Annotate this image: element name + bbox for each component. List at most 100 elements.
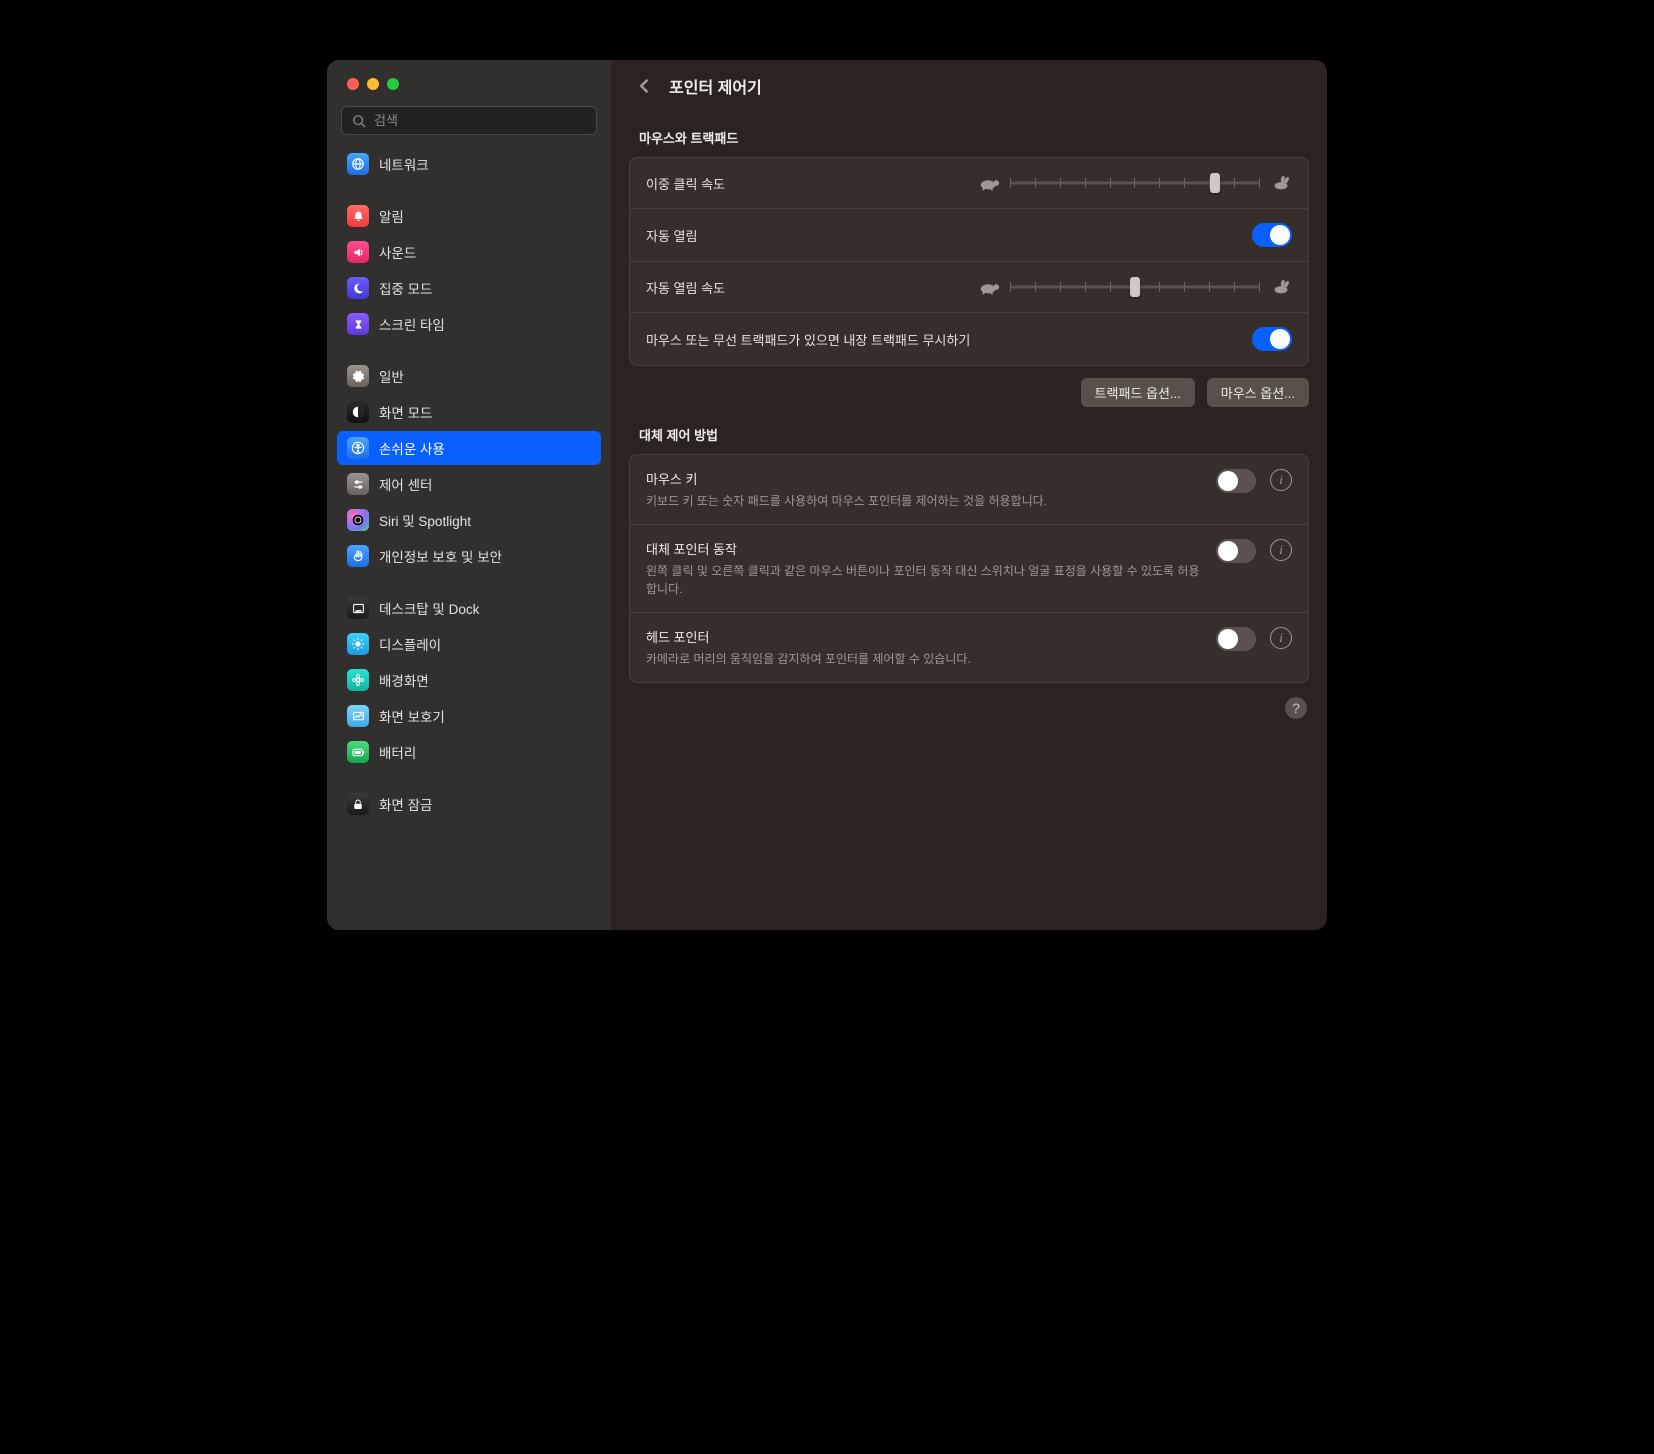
sidebar-item-label: 제어 센터 xyxy=(379,474,432,494)
sound-icon xyxy=(347,241,369,263)
alt-control-description: 카메라로 머리의 움직임을 감지하여 포인터를 제어할 수 있습니다. xyxy=(646,650,1202,668)
siri-icon xyxy=(347,509,369,531)
sidebar-item-label: 손쉬운 사용 xyxy=(379,438,445,458)
ignore-builtin-trackpad-label: 마우스 또는 무선 트랙패드가 있으면 내장 트랙패드 무시하기 xyxy=(646,330,1236,349)
header: 포인터 제어기 xyxy=(611,60,1327,110)
lock-icon xyxy=(347,793,369,815)
info-button[interactable]: i xyxy=(1270,469,1292,491)
minimize-button[interactable] xyxy=(367,78,379,90)
sidebar-item[interactable]: 일반 xyxy=(337,359,601,393)
sidebar-item-label: 디스플레이 xyxy=(379,634,441,654)
alt-control-toggle[interactable] xyxy=(1216,627,1256,651)
sidebar-item[interactable]: 스크린 타임 xyxy=(337,307,601,341)
help-row: ? xyxy=(611,683,1327,733)
sidebar-item[interactable]: 데스크탑 및 Dock xyxy=(337,591,601,625)
sidebar-item-label: 화면 모드 xyxy=(379,402,432,422)
spring-loading-speed-slider[interactable] xyxy=(978,276,1292,298)
ignore-builtin-trackpad-row: 마우스 또는 무선 트랙패드가 있으면 내장 트랙패드 무시하기 xyxy=(630,313,1308,365)
sidebar-item[interactable]: 화면 보호기 xyxy=(337,699,601,733)
sidebar-list: 네트워크알림사운드집중 모드스크린 타임일반화면 모드손쉬운 사용제어 센터 Si… xyxy=(327,147,611,833)
sidebar-item[interactable]: 개인정보 보호 및 보안 xyxy=(337,539,601,573)
mouse-trackpad-panel: 이중 클릭 속도 자동 열림 xyxy=(629,157,1309,366)
alt-control-row: 마우스 키키보드 키 또는 숫자 패드를 사용하여 마우스 포인터를 제어하는 … xyxy=(630,455,1308,525)
sidebar-item[interactable]: 집중 모드 xyxy=(337,271,601,305)
page-title: 포인터 제어기 xyxy=(669,74,762,98)
alt-control-row: 헤드 포인터카메라로 머리의 움직임을 감지하여 포인터를 제어할 수 있습니다… xyxy=(630,613,1308,682)
options-button-row: 트랙패드 옵션... 마우스 옵션... xyxy=(611,366,1327,407)
sidebar-spacer xyxy=(337,341,601,359)
sidebar-item-label: 화면 보호기 xyxy=(379,706,445,726)
alt-control-toggle[interactable] xyxy=(1216,539,1256,563)
sidebar-item-label: 일반 xyxy=(379,366,404,386)
close-button[interactable] xyxy=(347,78,359,90)
search-box[interactable] xyxy=(341,106,597,135)
rabbit-icon xyxy=(1270,278,1292,296)
alt-control-text: 헤드 포인터카메라로 머리의 움직임을 감지하여 포인터를 제어할 수 있습니다… xyxy=(646,627,1202,668)
bell-icon xyxy=(347,205,369,227)
ignore-builtin-trackpad-toggle[interactable] xyxy=(1252,327,1292,351)
gear-icon xyxy=(347,365,369,387)
alt-control-description: 왼쪽 클릭 및 오른쪽 클릭과 같은 마우스 버튼이나 포인터 동작 대신 스위… xyxy=(646,562,1202,598)
sidebar-item-label: 스크린 타임 xyxy=(379,314,445,334)
sidebar-item[interactable]: 알림 xyxy=(337,199,601,233)
sidebar-item[interactable]: Siri 및 Spotlight xyxy=(337,503,601,537)
info-button[interactable]: i xyxy=(1270,627,1292,649)
alt-control-row: 대체 포인터 동작왼쪽 클릭 및 오른쪽 클릭과 같은 마우스 버튼이나 포인터… xyxy=(630,525,1308,613)
sidebar-spacer xyxy=(337,181,601,199)
alt-control-title: 대체 포인터 동작 xyxy=(646,539,1202,558)
sidebar-item-label: 개인정보 보호 및 보안 xyxy=(379,546,502,566)
sidebar-item[interactable]: 제어 센터 xyxy=(337,467,601,501)
sidebar-item[interactable]: 손쉬운 사용 xyxy=(337,431,601,465)
main-content: 포인터 제어기 마우스와 트랙패드 이중 클릭 속도 xyxy=(611,60,1327,930)
sidebar-item-label: 화면 잠금 xyxy=(379,794,432,814)
double-click-speed-label: 이중 클릭 속도 xyxy=(646,174,746,193)
alt-control-panel: 마우스 키키보드 키 또는 숫자 패드를 사용하여 마우스 포인터를 제어하는 … xyxy=(629,454,1309,683)
info-button[interactable]: i xyxy=(1270,539,1292,561)
sidebar-item[interactable]: 디스플레이 xyxy=(337,627,601,661)
spring-loading-label: 자동 열림 xyxy=(646,226,746,245)
alt-control-title: 헤드 포인터 xyxy=(646,627,1202,646)
spring-loading-toggle[interactable] xyxy=(1252,223,1292,247)
sidebar: 네트워크알림사운드집중 모드스크린 타임일반화면 모드손쉬운 사용제어 센터 Si… xyxy=(327,60,611,930)
sidebar-item[interactable]: 배터리 xyxy=(337,735,601,769)
sidebar-spacer xyxy=(337,769,601,787)
appearance-icon xyxy=(347,401,369,423)
sidebar-item[interactable]: 네트워크 xyxy=(337,147,601,181)
double-click-speed-control xyxy=(762,172,1292,194)
mouse-options-button[interactable]: 마우스 옵션... xyxy=(1207,378,1309,407)
back-button[interactable] xyxy=(635,76,655,96)
help-button[interactable]: ? xyxy=(1285,697,1307,719)
alt-control-toggle[interactable] xyxy=(1216,469,1256,493)
spring-loading-row: 자동 열림 xyxy=(630,209,1308,262)
flower-icon xyxy=(347,669,369,691)
sidebar-item[interactable]: 배경화면 xyxy=(337,663,601,697)
controls-icon xyxy=(347,473,369,495)
sidebar-item-label: 집중 모드 xyxy=(379,278,432,298)
globe-icon xyxy=(347,153,369,175)
accessibility-icon xyxy=(347,437,369,459)
sun-icon xyxy=(347,633,369,655)
sidebar-spacer xyxy=(337,573,601,591)
sidebar-item-label: 사운드 xyxy=(379,242,416,262)
alt-control-text: 마우스 키키보드 키 또는 숫자 패드를 사용하여 마우스 포인터를 제어하는 … xyxy=(646,469,1202,510)
double-click-speed-slider[interactable] xyxy=(978,172,1292,194)
section-title-mouse-trackpad: 마우스와 트랙패드 xyxy=(611,110,1327,157)
sidebar-item[interactable]: 화면 잠금 xyxy=(337,787,601,821)
rabbit-icon xyxy=(1270,174,1292,192)
sidebar-item[interactable]: 사운드 xyxy=(337,235,601,269)
sidebar-item[interactable]: 화면 모드 xyxy=(337,395,601,429)
screensaver-icon xyxy=(347,705,369,727)
search-container xyxy=(327,106,611,147)
hand-icon xyxy=(347,545,369,567)
search-input[interactable] xyxy=(374,113,586,128)
spring-loading-speed-label: 자동 열림 속도 xyxy=(646,278,746,297)
alt-control-description: 키보드 키 또는 숫자 패드를 사용하여 마우스 포인터를 제어하는 것을 허용… xyxy=(646,492,1202,510)
alt-control-text: 대체 포인터 동작왼쪽 클릭 및 오른쪽 클릭과 같은 마우스 버튼이나 포인터… xyxy=(646,539,1202,598)
sidebar-item-label: 네트워크 xyxy=(379,154,429,174)
trackpad-options-button[interactable]: 트랙패드 옵션... xyxy=(1081,378,1195,407)
maximize-button[interactable] xyxy=(387,78,399,90)
dock-icon xyxy=(347,597,369,619)
hourglass-icon xyxy=(347,313,369,335)
turtle-icon xyxy=(978,174,1000,192)
sidebar-item-label: 배터리 xyxy=(379,742,416,762)
